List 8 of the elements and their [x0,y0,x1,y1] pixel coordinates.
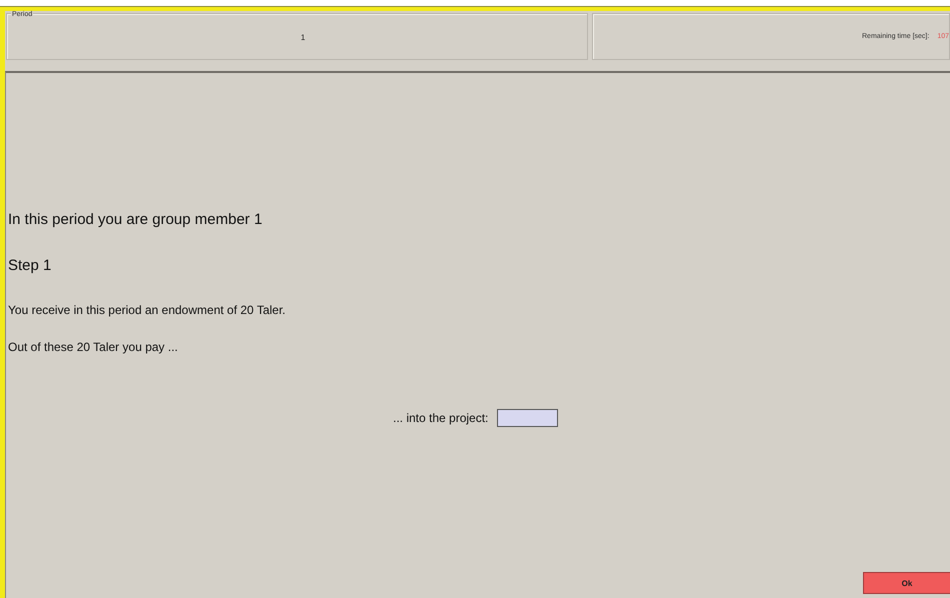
period-value: 1 [300,33,306,42]
input-label: ... into the project: [393,411,488,425]
instruction-text: You receive in this period an endowment of 20 Taler. [7,303,287,319]
heading-text: Step 1 [7,257,52,276]
instruction-text: Out of these 20 Taler you pay ... [7,340,179,356]
input-field[interactable] [497,409,558,427]
ok-button[interactable]: Ok [863,572,950,594]
heading-text: In this period you are group member 1 [7,211,264,230]
